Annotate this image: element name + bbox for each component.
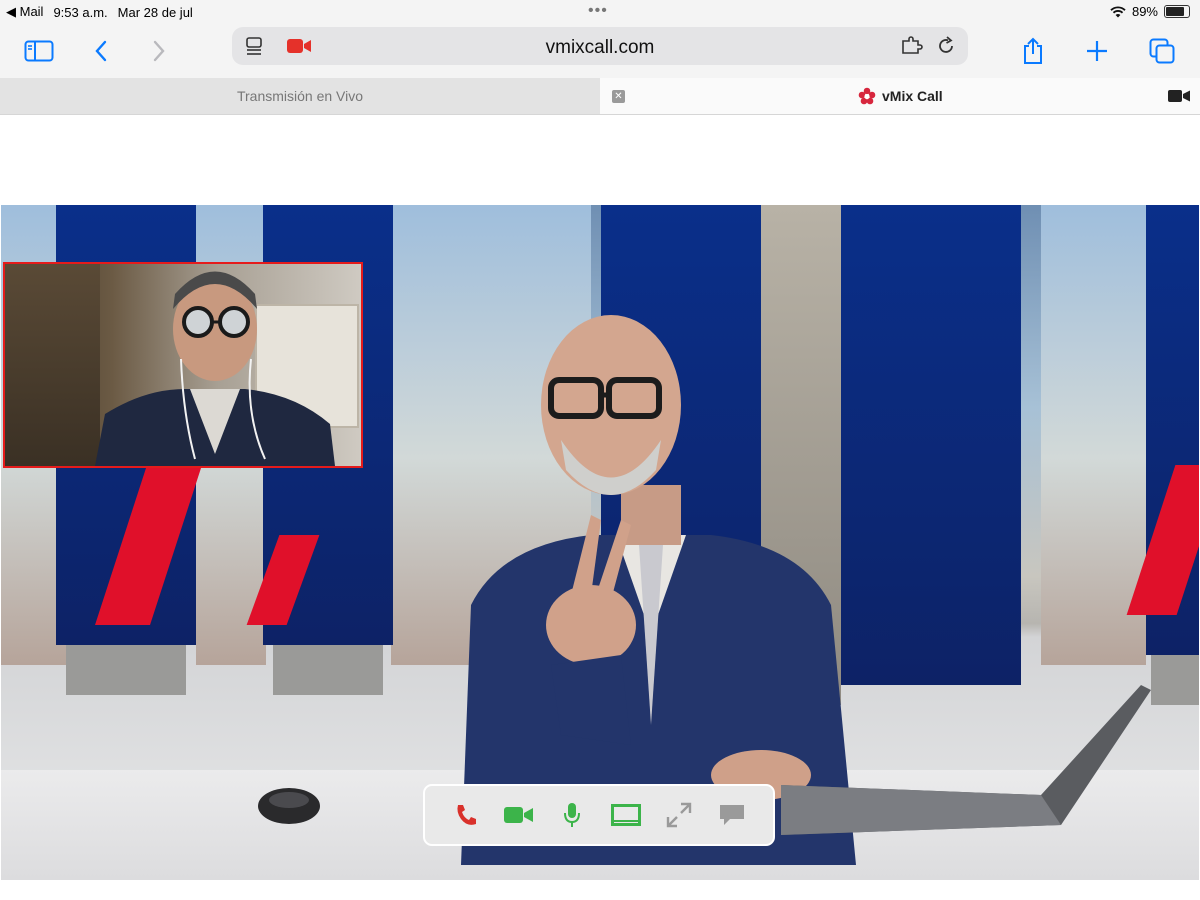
battery-percent: 89% xyxy=(1131,4,1158,19)
mouse-icon xyxy=(258,788,320,824)
hangup-button[interactable] xyxy=(449,798,483,832)
plus-icon xyxy=(1087,41,1107,61)
laptop-icon xyxy=(781,685,1151,835)
browser-toolbar: vmixcall.com xyxy=(0,24,1200,78)
tab-transmision[interactable]: Transmisión en Vivo xyxy=(0,78,600,114)
call-controls xyxy=(423,784,775,846)
microphone-icon xyxy=(564,803,581,827)
extension-icon[interactable] xyxy=(900,36,924,61)
reload-icon[interactable] xyxy=(936,36,956,61)
chat-icon xyxy=(720,805,745,825)
close-tab-icon[interactable]: ✕ xyxy=(612,90,625,103)
multitasking-dots-icon[interactable]: ••• xyxy=(588,2,608,20)
back-to-app-link[interactable]: ◀ Mail xyxy=(6,4,43,20)
tab-bar: Transmisión en Vivo ✕ vMix Call xyxy=(0,78,1200,115)
panel-base xyxy=(66,645,186,695)
screen-toggle-button[interactable] xyxy=(609,798,643,832)
url-text: vmixcall.com xyxy=(545,37,655,58)
screen-icon xyxy=(610,804,641,826)
microphone-toggle-button[interactable] xyxy=(555,798,589,832)
tabs-icon xyxy=(1149,38,1175,64)
tab-overview-button[interactable] xyxy=(1145,34,1179,68)
chevron-right-icon xyxy=(153,40,165,62)
clock: 9:53 a.m. xyxy=(53,4,108,20)
forward-button[interactable] xyxy=(142,34,176,68)
tab-vmix-call[interactable]: ✕ vMix Call xyxy=(600,78,1200,114)
wifi-icon xyxy=(1110,5,1126,17)
vmix-logo-icon xyxy=(858,87,876,105)
caller-figure xyxy=(95,271,335,466)
camera-toggle-button[interactable] xyxy=(502,798,536,832)
studio-panel xyxy=(841,205,1021,685)
bookshelf xyxy=(5,264,100,466)
tab-label: Transmisión en Vivo xyxy=(236,88,364,104)
sidebar-icon xyxy=(24,40,54,62)
tab-label: vMix Call xyxy=(882,88,943,104)
new-tab-button[interactable] xyxy=(1080,34,1114,68)
date: Mar 28 de jul xyxy=(117,4,193,20)
sidebar-toggle-button[interactable] xyxy=(22,34,56,68)
chat-button[interactable] xyxy=(715,798,749,832)
share-button[interactable] xyxy=(1016,34,1050,68)
fullscreen-icon xyxy=(666,802,692,828)
chevron-left-icon xyxy=(95,40,107,62)
fullscreen-button[interactable] xyxy=(662,798,696,832)
video-stream[interactable] xyxy=(1,205,1199,880)
panel-base xyxy=(273,645,383,695)
share-icon xyxy=(1024,37,1042,64)
hangup-icon xyxy=(457,805,476,825)
studio-window xyxy=(1041,205,1146,665)
camera-icon xyxy=(503,807,533,823)
back-button[interactable] xyxy=(84,34,118,68)
tab-camera-icon xyxy=(1168,89,1190,108)
status-bar: ◀ Mail 9:53 a.m. Mar 28 de jul ••• 89% xyxy=(0,0,1200,24)
battery-icon xyxy=(1164,5,1190,18)
pip-remote-caller[interactable] xyxy=(3,262,363,468)
address-bar[interactable]: vmixcall.com xyxy=(232,27,968,65)
